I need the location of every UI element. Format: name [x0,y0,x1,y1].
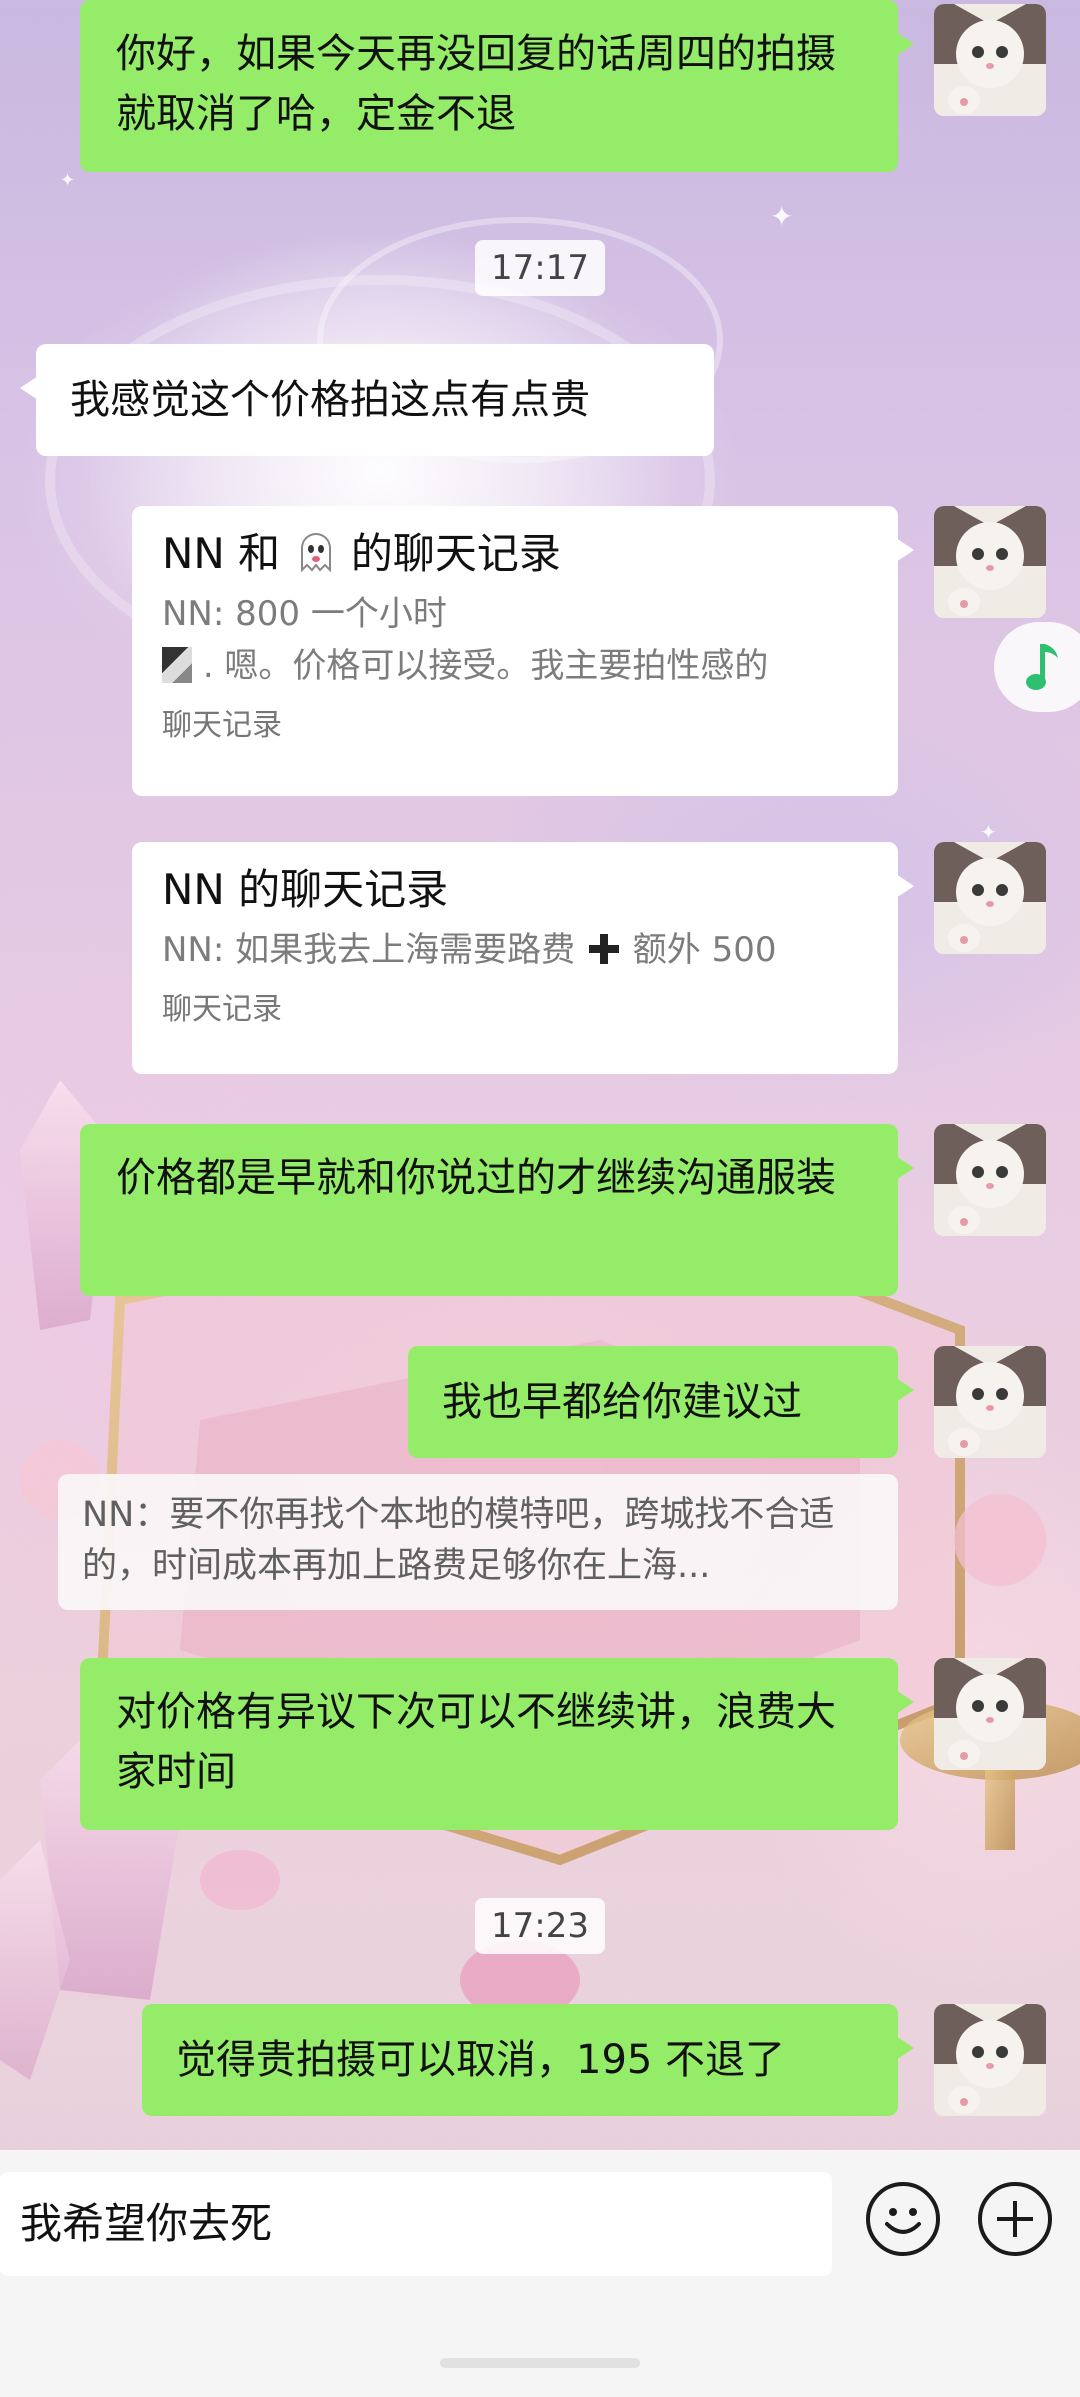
chat-history-card[interactable]: NN 的聊天记录 NN: 如果我去上海需要路费 额外 500 聊天记录 [132,842,914,1074]
avatar[interactable] [934,1658,1046,1770]
music-note-icon [1026,644,1058,690]
cat-avatar-image [934,506,1046,618]
card-preview-line: NN: 如果我去上海需要路费 额外 500 [162,930,777,970]
sent-message[interactable]: 价格都是早就和你说过的才继续沟通服装 [80,1124,914,1296]
message-text: 对价格有异议下次可以不继续讲，浪费大家时间 [116,1689,836,1795]
card-title: NN 和 的聊天记录 [162,529,561,578]
cat-avatar-image [934,4,1046,116]
card-preview-line: . 嗯。价格可以接受。我主要拍性感的 [162,640,868,692]
timestamp: 17:17 [475,240,605,296]
received-message[interactable]: 我感觉这个价格拍这点有点贵 [20,344,714,456]
avatar[interactable] [934,2004,1046,2116]
plus-circle-icon [997,2201,1033,2237]
ghost-emoji-icon [300,533,331,573]
avatar[interactable] [934,4,1046,116]
message-text: 我也早都给你建议过 [442,1379,802,1425]
avatar[interactable] [934,1124,1046,1236]
timestamp: 17:23 [475,1898,605,1954]
chat-area[interactable]: 你好，如果今天再没回复的话周四的拍摄就取消了哈，定金不退 17:17 我感觉这个… [0,0,1080,2150]
input-bar: 我希望你去死 [0,2150,1080,2397]
sent-message[interactable]: 对价格有异议下次可以不继续讲，浪费大家时间 [80,1658,914,1830]
card-footer: 聊天记录 [162,992,282,1027]
message-text: 觉得贵拍摄可以取消，195 不退了 [176,2037,786,2083]
home-indicator [440,2358,640,2368]
cat-avatar-image [934,1124,1046,1236]
cat-avatar-image [934,1346,1046,1458]
emoji-button[interactable] [866,2182,940,2256]
avatar[interactable] [934,1346,1046,1458]
sent-message[interactable]: 我也早都给你建议过 [408,1346,914,1458]
card-title: NN 的聊天记录 [162,865,449,914]
blurred-avatar-icon [162,647,192,683]
sent-message[interactable]: 你好，如果今天再没回复的话周四的拍摄就取消了哈，定金不退 [80,0,914,172]
quoted-message[interactable]: NN：要不你再找个本地的模特吧，跨城找不合适的，时间成本再加上路费足够你在上海.… [58,1474,898,1610]
chat-history-card[interactable]: NN 和 的聊天记录 NN: 800 一个小时 . 嗯。价格可以接受。我主要拍性… [132,506,914,796]
floating-music-button[interactable] [994,622,1080,712]
plus-button[interactable] [978,2182,1052,2256]
message-text: 价格都是早就和你说过的才继续沟通服装 [116,1155,836,1201]
card-footer: 聊天记录 [162,708,282,743]
message-text: 我感觉这个价格拍这点有点贵 [70,377,590,423]
cat-avatar-image [934,842,1046,954]
avatar[interactable] [934,842,1046,954]
message-text: 你好，如果今天再没回复的话周四的拍摄就取消了哈，定金不退 [116,31,836,137]
card-preview-line: NN: 800 一个小时 [162,594,447,634]
sent-message[interactable]: 觉得贵拍摄可以取消，195 不退了 [142,2004,914,2116]
cat-avatar-image [934,2004,1046,2116]
smiley-icon [885,2208,921,2234]
message-input[interactable]: 我希望你去死 [0,2172,832,2276]
cat-avatar-image [934,1658,1046,1770]
heavy-plus-icon [588,934,619,964]
avatar[interactable] [934,506,1046,618]
